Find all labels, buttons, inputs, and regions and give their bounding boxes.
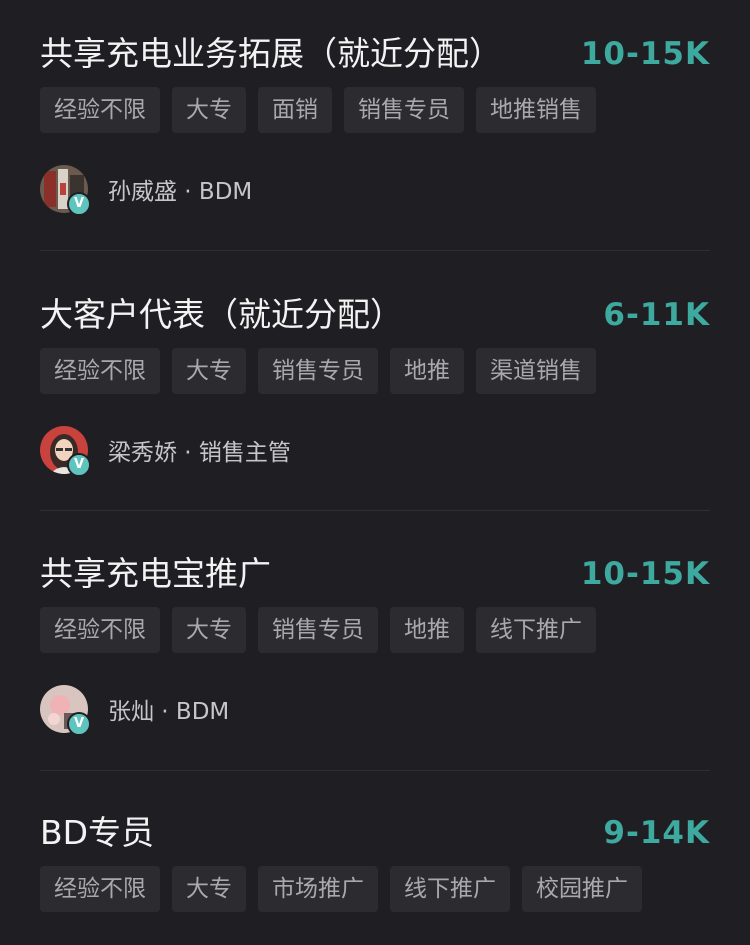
tag-experience: 经验不限 bbox=[40, 348, 160, 394]
verified-icon: V bbox=[67, 453, 91, 477]
job-salary: 6-11K bbox=[603, 297, 710, 333]
recruiter-name-title: 梁秀娇 · 销售主管 bbox=[108, 440, 291, 466]
tag-education: 大专 bbox=[172, 348, 246, 394]
tag-skill: 渠道销售 bbox=[476, 348, 596, 394]
tag-skill: 地推 bbox=[390, 348, 464, 394]
job-tags: 经验不限 大专 市场推广 线下推广 校园推广 bbox=[40, 866, 642, 912]
tag-experience: 经验不限 bbox=[40, 866, 160, 912]
job-title[interactable]: BD专员 bbox=[40, 808, 154, 858]
divider bbox=[40, 770, 710, 771]
divider bbox=[40, 250, 710, 251]
tag-skill: 市场推广 bbox=[258, 866, 378, 912]
job-list: 共享充电业务拓展（就近分配） 10-15K 经验不限 大专 面销 销售专员 地推… bbox=[0, 0, 750, 945]
tag-education: 大专 bbox=[172, 866, 246, 912]
tag-skill: 线下推广 bbox=[476, 607, 596, 653]
tag-skill: 线下推广 bbox=[390, 866, 510, 912]
tag-skill: 校园推广 bbox=[522, 866, 642, 912]
job-title[interactable]: 共享充电宝推广 bbox=[40, 549, 271, 599]
job-salary: 10-15K bbox=[580, 36, 710, 72]
recruiter-name-title: 孙威盛 · BDM bbox=[108, 179, 253, 205]
recruiter[interactable]: V 张灿 · BDM bbox=[40, 685, 230, 736]
avatar: V bbox=[40, 685, 91, 736]
job-tags: 经验不限 大专 面销 销售专员 地推销售 bbox=[40, 87, 596, 133]
job-card[interactable]: 大客户代表（就近分配） 6-11K 经验不限 大专 销售专员 地推 渠道销售 V… bbox=[40, 290, 710, 477]
tag-experience: 经验不限 bbox=[40, 607, 160, 653]
job-header: 大客户代表（就近分配） 6-11K bbox=[40, 290, 710, 340]
tag-experience: 经验不限 bbox=[40, 87, 160, 133]
tag-skill: 面销 bbox=[258, 87, 332, 133]
avatar: V bbox=[40, 165, 91, 216]
recruiter[interactable]: V 孙威盛 · BDM bbox=[40, 165, 253, 216]
tag-skill: 销售专员 bbox=[344, 87, 464, 133]
verified-icon: V bbox=[67, 192, 91, 216]
tag-education: 大专 bbox=[172, 87, 246, 133]
tag-skill: 地推销售 bbox=[476, 87, 596, 133]
job-card[interactable]: 共享充电业务拓展（就近分配） 10-15K 经验不限 大专 面销 销售专员 地推… bbox=[40, 29, 710, 216]
job-card[interactable]: BD专员 9-14K 经验不限 大专 市场推广 线下推广 校园推广 bbox=[40, 808, 710, 912]
job-salary: 9-14K bbox=[603, 815, 710, 851]
job-title[interactable]: 大客户代表（就近分配） bbox=[40, 290, 403, 340]
job-title[interactable]: 共享充电业务拓展（就近分配） bbox=[40, 29, 502, 79]
avatar: V bbox=[40, 426, 91, 477]
recruiter-name-title: 张灿 · BDM bbox=[108, 699, 230, 725]
divider bbox=[40, 510, 710, 511]
job-header: 共享充电业务拓展（就近分配） 10-15K bbox=[40, 29, 710, 79]
tag-skill: 销售专员 bbox=[258, 607, 378, 653]
recruiter[interactable]: V 梁秀娇 · 销售主管 bbox=[40, 426, 291, 477]
job-salary: 10-15K bbox=[580, 556, 710, 592]
tag-skill: 销售专员 bbox=[258, 348, 378, 394]
tag-skill: 地推 bbox=[390, 607, 464, 653]
job-card[interactable]: 共享充电宝推广 10-15K 经验不限 大专 销售专员 地推 线下推广 V 张灿… bbox=[40, 549, 710, 736]
job-header: 共享充电宝推广 10-15K bbox=[40, 549, 710, 599]
job-header: BD专员 9-14K bbox=[40, 808, 710, 858]
job-tags: 经验不限 大专 销售专员 地推 渠道销售 bbox=[40, 348, 596, 394]
tag-education: 大专 bbox=[172, 607, 246, 653]
job-tags: 经验不限 大专 销售专员 地推 线下推广 bbox=[40, 607, 596, 653]
verified-icon: V bbox=[67, 712, 91, 736]
